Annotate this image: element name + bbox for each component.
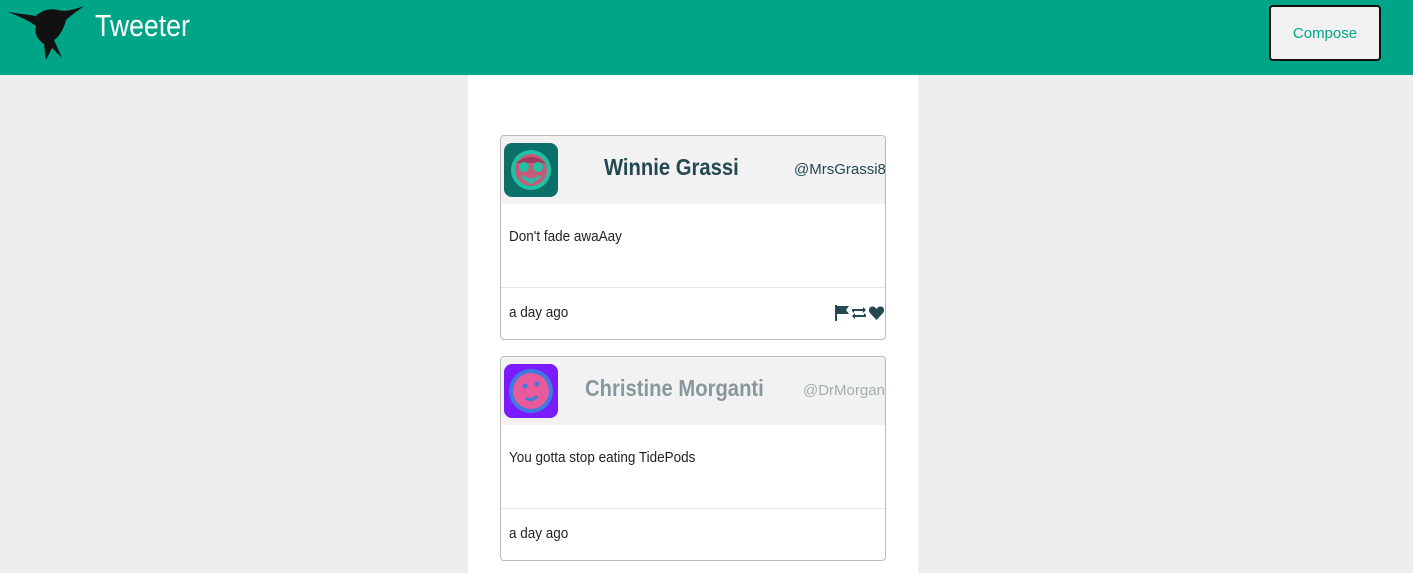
tweet-header: Winnie Grassi @MrsGrassi82	[501, 136, 885, 204]
retweet-icon[interactable]	[850, 304, 868, 322]
avatar-face-icon	[504, 364, 558, 418]
tweet-text: You gotta stop eating TidePods	[509, 449, 696, 466]
avatar-face-icon	[504, 143, 558, 197]
author-name: Christine Morganti	[585, 375, 764, 401]
tweet-card: Christine Morganti @DrMorganti You gotta…	[500, 356, 886, 561]
top-nav: Tweeter Compose	[0, 0, 1413, 75]
author-handle: @DrMorganti	[803, 382, 886, 399]
tweet-text: Don't fade awaAay	[509, 228, 622, 245]
tweet-timestamp: a day ago	[509, 304, 569, 321]
avatar	[504, 143, 558, 197]
avatar	[504, 364, 558, 418]
heart-icon[interactable]	[868, 304, 885, 322]
compose-button[interactable]: Compose	[1269, 5, 1381, 61]
tweet-timestamp: a day ago	[509, 525, 569, 542]
hummingbird-icon	[8, 6, 84, 60]
app-title[interactable]: Tweeter	[95, 8, 190, 44]
flag-icon[interactable]	[834, 304, 850, 322]
tweet-card: Winnie Grassi @MrsGrassi82 Don't fade aw…	[500, 135, 886, 340]
author-handle: @MrsGrassi82	[794, 161, 886, 178]
tweet-header: Christine Morganti @DrMorganti	[501, 357, 885, 425]
author-name: Winnie Grassi	[604, 154, 739, 180]
tweet-actions	[834, 304, 885, 322]
divider	[501, 287, 885, 288]
divider	[501, 508, 885, 509]
tweet-feed: Winnie Grassi @MrsGrassi82 Don't fade aw…	[468, 75, 918, 573]
